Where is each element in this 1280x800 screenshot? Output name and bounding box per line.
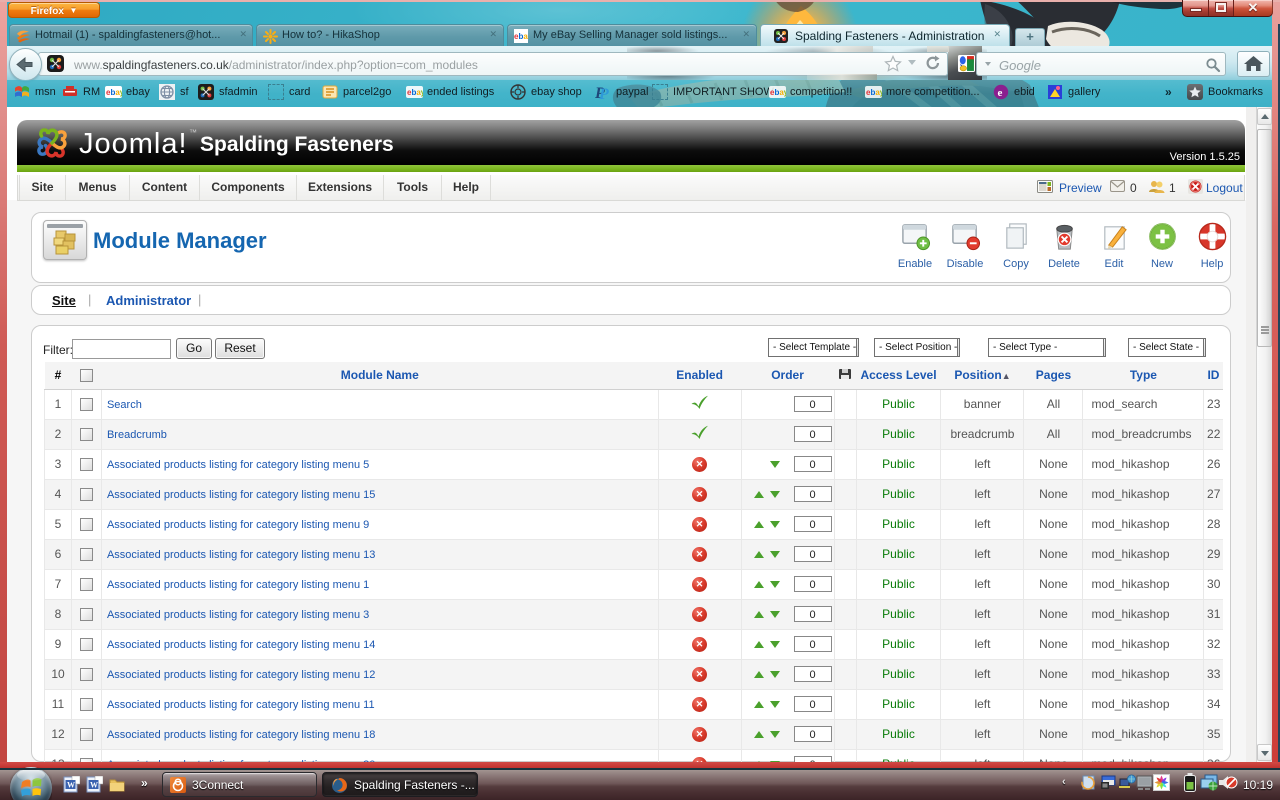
svg-text:W: W	[67, 781, 75, 790]
svg-text:ebay: ebay	[106, 88, 122, 97]
svg-text:e: e	[998, 87, 1003, 99]
svg-text:P: P	[598, 86, 609, 100]
svg-text:ebay: ebay	[514, 32, 528, 41]
svg-text:W: W	[90, 781, 98, 790]
svg-text:ebay: ebay	[866, 88, 882, 97]
svg-text:ebay: ebay	[407, 88, 423, 97]
svg-text:ebay: ebay	[770, 88, 786, 97]
